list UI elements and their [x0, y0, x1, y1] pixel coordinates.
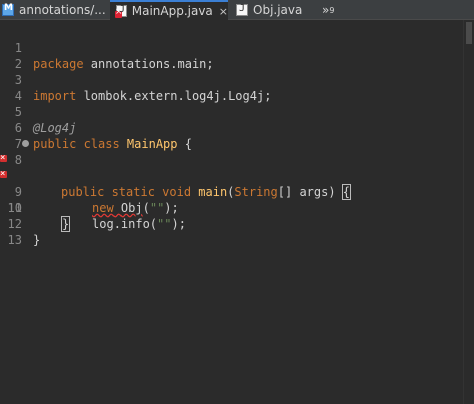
error-marker-icon[interactable]	[0, 150, 7, 166]
tab-annotations[interactable]: annotations/...	[0, 0, 110, 20]
error-marker-icon[interactable]	[0, 166, 7, 182]
tab-label: Obj.java	[253, 3, 303, 17]
code-editor[interactable]: 1 package annotations.main; 2 3 import l…	[0, 20, 474, 404]
java-file-icon	[236, 3, 248, 16]
maven-icon	[2, 3, 14, 16]
editor-tab-bar: annotations/... MainApp.java × Obj.java …	[0, 0, 474, 20]
fold-toggle-icon[interactable]	[22, 140, 29, 147]
tab-label: annotations/...	[19, 3, 106, 17]
code-line: 9 new Obj("");	[0, 150, 464, 215]
chevron-double-right-icon: »	[322, 3, 330, 17]
tab-obj[interactable]: Obj.java	[232, 0, 316, 20]
code-line: 7	[0, 120, 464, 151]
overflow-count: 9	[329, 5, 335, 15]
tab-mainapp[interactable]: MainApp.java ×	[110, 0, 228, 20]
tab-label: MainApp.java	[131, 4, 213, 18]
code-line: 11 }	[0, 184, 464, 232]
java-file-error-icon	[115, 4, 127, 18]
vertical-scrollbar[interactable]	[463, 20, 474, 404]
code-line: 3 import lombok.extern.log4j.Log4j;	[0, 56, 464, 103]
code-line: 6 public class MainApp {	[0, 104, 464, 151]
tab-overflow-button[interactable]: » 9	[322, 0, 334, 20]
code-line: 1 package annotations.main;	[0, 24, 464, 71]
line-number: 13	[7, 233, 22, 247]
code-line: 8 public static void main(String[] args)…	[0, 136, 464, 200]
code-line: 5 @Log4j	[0, 88, 464, 135]
scrollbar-thumb[interactable]	[466, 22, 472, 44]
code-line: 13	[0, 216, 464, 247]
close-icon[interactable]: ×	[219, 5, 228, 18]
code-token: }	[33, 233, 41, 247]
code-line: 2	[0, 40, 464, 71]
code-line: 4	[0, 72, 464, 103]
code-line: 10 log.info("");	[0, 166, 464, 231]
code-line: 12 }	[0, 200, 464, 247]
